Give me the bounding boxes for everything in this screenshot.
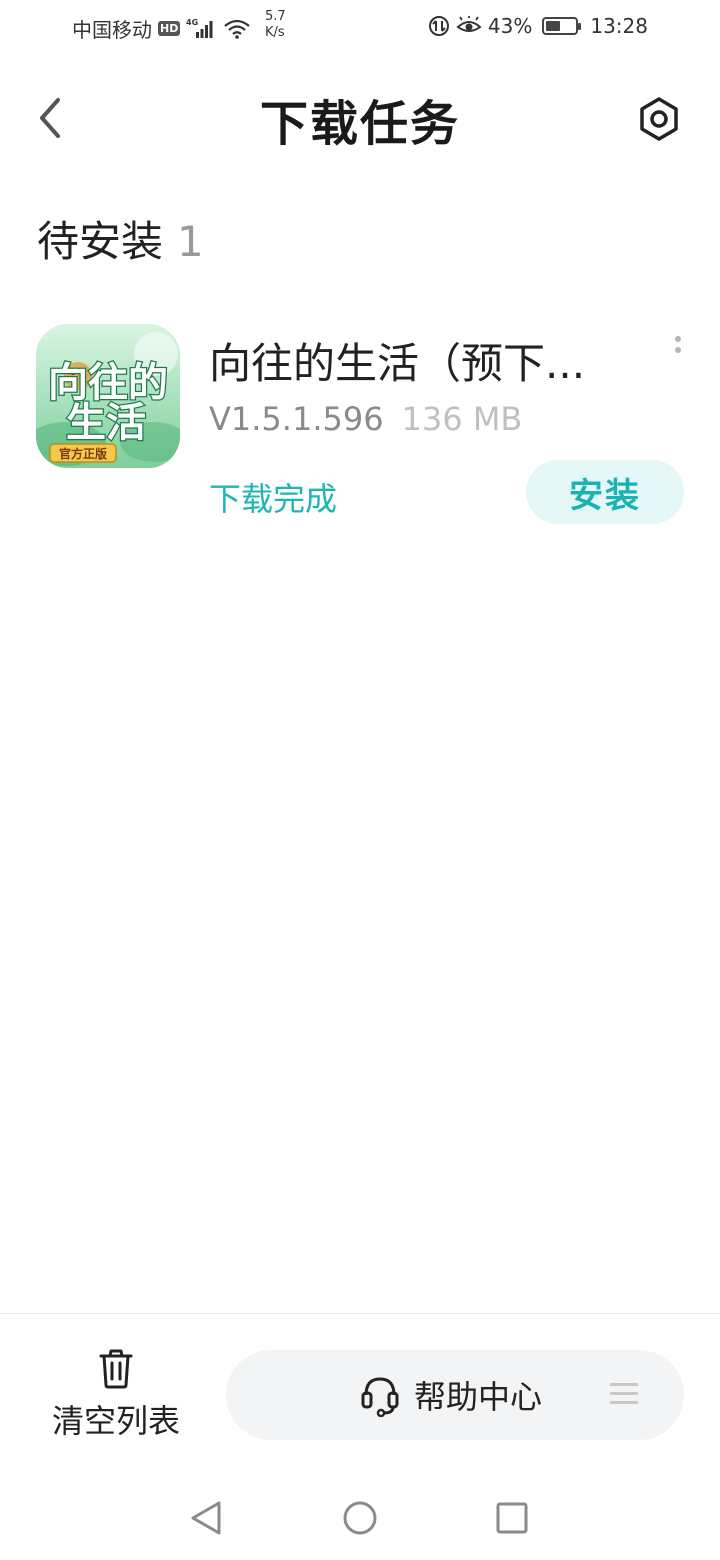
- status-right: 43% 13:28: [428, 14, 648, 38]
- status-bar: 中国移动 HD 4G 5.7 K/s 43% 13:28: [0, 0, 720, 56]
- section-title: 待安装 1: [37, 208, 204, 269]
- more-dot-icon: [675, 336, 681, 342]
- page-title: 下载任务: [259, 96, 460, 152]
- bottom-divider: [0, 1313, 720, 1314]
- data-saver-icon: [428, 15, 450, 37]
- circle-home-icon: [343, 1501, 377, 1535]
- section-count: 1: [177, 217, 204, 266]
- header: 下载任务: [0, 70, 720, 166]
- nav-back-button[interactable]: [186, 1498, 226, 1538]
- wifi-icon: [224, 19, 251, 39]
- signal-icon: 4G: [186, 18, 214, 39]
- help-center-button[interactable]: 帮助中心: [226, 1350, 684, 1440]
- help-center-content: 帮助中心: [360, 1372, 542, 1418]
- carrier-label: 中国移动: [72, 18, 152, 42]
- battery-fill: [546, 21, 561, 31]
- eye-comfort-icon: [456, 16, 482, 36]
- app-name: 向往的生活（预下...: [209, 339, 586, 388]
- net-speed-unit: K/s: [265, 25, 285, 40]
- more-options-button[interactable]: [670, 336, 686, 366]
- screen: 中国移动 HD 4G 5.7 K/s 43% 13:28 下载任务 待安装 1 …: [0, 0, 720, 1560]
- nav-home-button[interactable]: [340, 1498, 380, 1538]
- install-button[interactable]: 安装: [526, 460, 684, 524]
- nav-recents-button[interactable]: [492, 1498, 532, 1538]
- download-status: 下载完成: [209, 480, 338, 518]
- status-left: 中国移动 HD 4G: [72, 14, 251, 43]
- headset-icon: [361, 1377, 399, 1417]
- clear-list-label: 清空列表: [51, 1402, 180, 1440]
- clock: 13:28: [590, 14, 648, 38]
- system-nav-bar: [0, 1476, 720, 1560]
- triangle-back-icon: [191, 1501, 221, 1535]
- svg-text:4G: 4G: [186, 18, 198, 27]
- app-size: 136 MB: [401, 400, 523, 438]
- section-title-label: 待安装: [37, 217, 164, 266]
- settings-button[interactable]: [634, 94, 684, 144]
- app-icon-artwork: 向往的 生活 官方正版: [36, 324, 180, 468]
- download-task-item[interactable]: 向往的 生活 官方正版 向往的生活（预下... V1.5.1.596 136 MB…: [0, 318, 720, 538]
- svg-text:生活: 生活: [66, 400, 146, 446]
- app-icon[interactable]: 向往的 生活 官方正版: [36, 324, 180, 468]
- menu-icon: [610, 1383, 638, 1407]
- net-speed-value: 5.7: [265, 9, 286, 24]
- help-center-label: 帮助中心: [414, 1378, 543, 1416]
- app-meta: V1.5.1.596 136 MB: [209, 400, 522, 438]
- settings-hexagon-icon: [640, 97, 678, 141]
- svg-text:官方正版: 官方正版: [59, 446, 107, 461]
- hd-badge: HD: [158, 21, 181, 36]
- net-speed: 5.7 K/s: [265, 9, 295, 41]
- square-recents-icon: [496, 1502, 528, 1534]
- more-dot-icon: [675, 347, 681, 353]
- clear-list-button[interactable]: 清空列表: [40, 1346, 192, 1446]
- app-version: V1.5.1.596: [209, 400, 384, 438]
- battery-percent: 43%: [487, 14, 533, 38]
- trash-icon: [40, 1346, 192, 1390]
- battery-icon: [542, 17, 582, 35]
